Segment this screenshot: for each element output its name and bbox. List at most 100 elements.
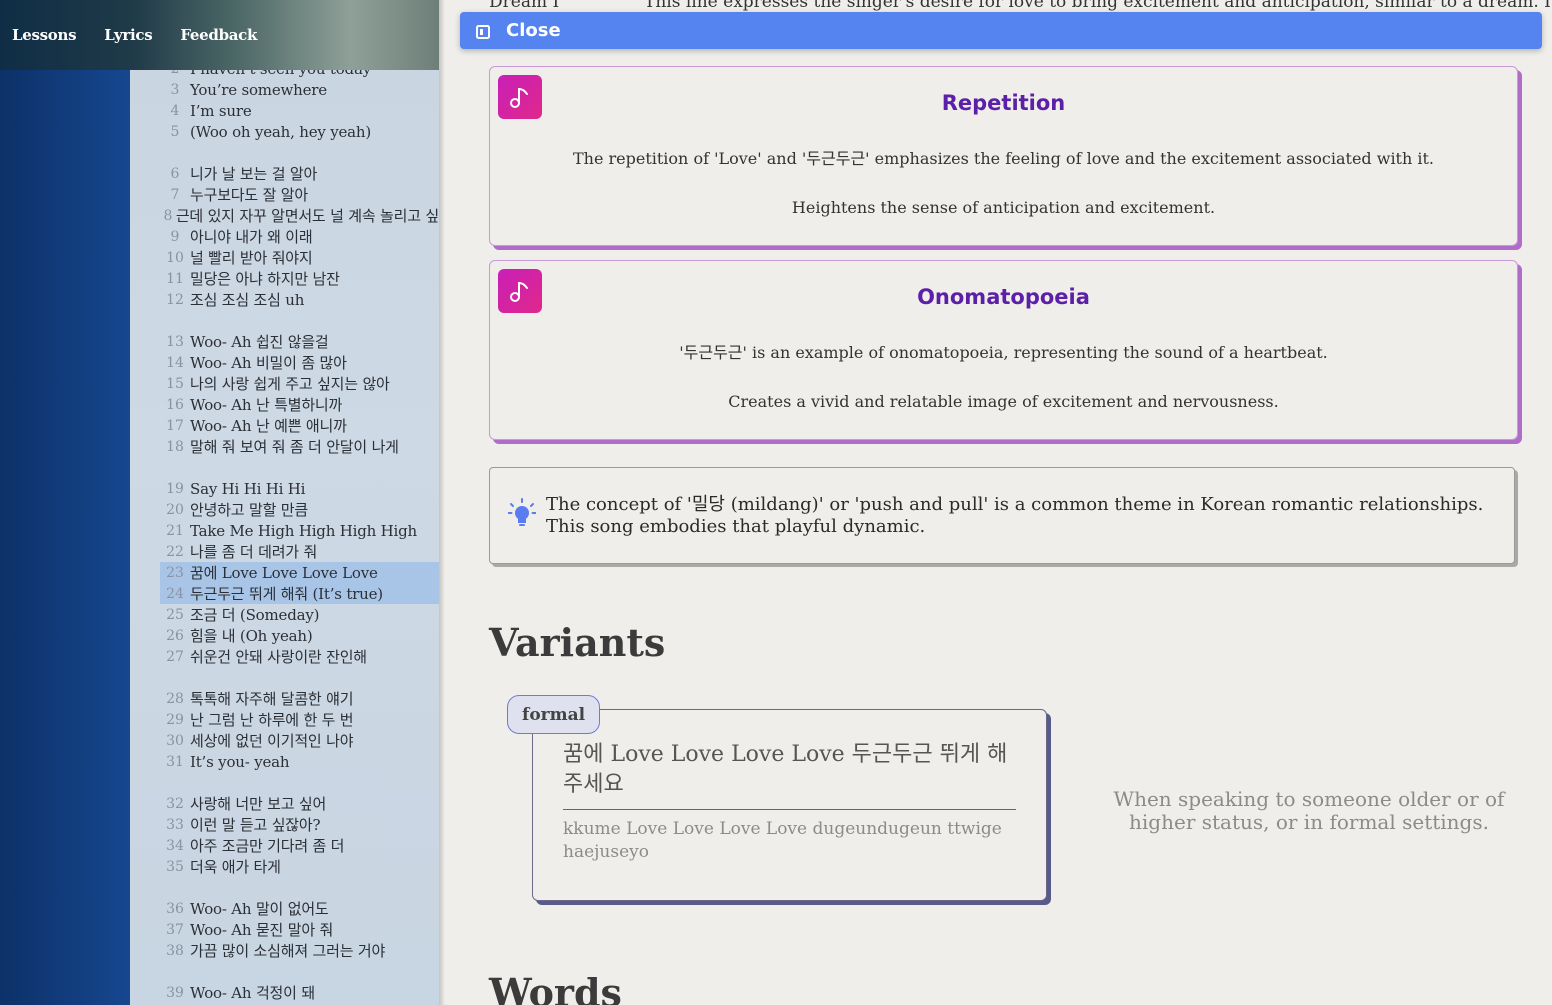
culture-note: The concept of '밀당 (mildang)' or 'push a… xyxy=(489,467,1515,564)
lyric-line[interactable]: 16 Woo- Ah 난 특별하니까 xyxy=(130,394,439,415)
lyric-stanza: 32 사랑해 너만 보고 싶어 33 이런 말 듣고 싶잖아? 34 아주 조금만 기다려… xyxy=(130,793,439,877)
line-number: 22 xyxy=(166,543,184,560)
lyric-text: 사랑해 너만 보고 싶어 xyxy=(190,795,327,813)
music-note-icon xyxy=(498,269,542,313)
lyric-text: 쉬운건 안돼 사랑이란 잔인해 xyxy=(190,648,367,666)
cut-explanation-text: This line expresses the singer's desire … xyxy=(644,0,1552,12)
lyric-line[interactable]: 29 난 그럼 난 하루에 한 두 번 xyxy=(130,709,439,730)
lyric-stanza: 2I haven’t seen you today 3 You’re somewhe… xyxy=(130,70,439,142)
variant-divider xyxy=(563,809,1016,810)
lyric-line[interactable]: 3 You’re somewhere xyxy=(130,79,439,100)
explanation-panel[interactable]: Dream I This line expresses the singer's… xyxy=(439,0,1552,1005)
lyric-line[interactable]: 33 이런 말 듣고 싶잖아? xyxy=(130,814,439,835)
lyric-line[interactable]: 18 말해 줘 보여 줘 좀 더 안달이 나게 xyxy=(130,436,439,457)
lyric-line[interactable]: 39 Woo- Ah 걱정이 돼 xyxy=(130,982,439,1003)
lyric-text: Woo- Ah 묻진 말아 줘 xyxy=(190,921,334,939)
lyric-line[interactable]: 22 나를 좀 더 데려가 줘 xyxy=(130,541,439,562)
lyric-text: You’re somewhere xyxy=(190,80,327,99)
lyric-text: Woo- Ah 난 특별하니까 xyxy=(190,396,343,414)
lyric-text: 말해 줘 보여 줘 좀 더 안달이 나게 xyxy=(190,438,399,456)
lyric-line[interactable]: 35 더욱 애가 타게 xyxy=(130,856,439,877)
lyric-stanza: 39Woo- Ah 걱정이 돼40Woo- Ah 지치면 안돼 xyxy=(130,982,439,1005)
lyric-line[interactable]: 20 안녕하고 말할 만큼 xyxy=(130,499,439,520)
lyrics-list: 2I haven’t seen you today 3 You’re somewhe… xyxy=(130,70,439,1005)
lyric-line[interactable]: 30 세상에 없던 이기적인 나야 xyxy=(130,730,439,751)
line-number: 23 xyxy=(166,564,184,581)
lyric-line[interactable]: 9 아니야 내가 왜 이래 xyxy=(130,226,439,247)
lyric-line[interactable]: 7 누구보다도 잘 알아 xyxy=(130,184,439,205)
line-number: 6 xyxy=(170,165,180,182)
lyric-stanza: 13 Woo- Ah 쉽진 않을걸 14 Woo- Ah 비밀이 좀 많아 15 나의 사… xyxy=(130,331,439,457)
lyric-line[interactable]: 27 쉬운건 안돼 사랑이란 잔인해 xyxy=(130,646,439,667)
line-number: 19 xyxy=(166,480,184,497)
lyric-line[interactable]: 26 힘을 내 (Oh yeah) xyxy=(130,625,439,646)
panel-close-icon xyxy=(476,24,492,39)
device-description: '두근두근' is an example of onomatopoeia, re… xyxy=(679,343,1328,362)
line-number: 28 xyxy=(166,690,184,707)
lyric-line[interactable]: 6 니가 날 보는 걸 알아 xyxy=(130,163,439,184)
line-number: 36 xyxy=(166,900,184,917)
top-nav: Lessons Lyrics Feedback xyxy=(0,0,439,70)
lyric-text: 아주 조금만 기다려 좀 더 xyxy=(190,837,345,855)
line-number: 16 xyxy=(166,396,184,413)
line-number: 8 xyxy=(163,207,173,224)
lyric-line[interactable]: 28 톡톡해 자주해 달콤한 얘기 xyxy=(130,688,439,709)
lyric-line[interactable]: 37 Woo- Ah 묻진 말아 줘 xyxy=(130,919,439,940)
lyric-line[interactable]: 11 밀당은 아냐 하지만 남잔 xyxy=(130,268,439,289)
lyric-line[interactable]: 25 조금 더 (Someday) xyxy=(130,604,439,625)
line-number: 33 xyxy=(166,816,184,833)
lyric-line[interactable]: 12 조심 조심 조심 uh xyxy=(130,289,439,310)
variant-usage: When speaking to someone older or of hig… xyxy=(1113,787,1505,834)
lyric-text: 근데 있지 자꾸 알면서도 널 계속 놀리고 싶 xyxy=(175,207,439,225)
lyric-line[interactable]: 17 Woo- Ah 난 예쁜 애니까 xyxy=(130,415,439,436)
line-number: 9 xyxy=(170,228,180,245)
lyric-line[interactable]: 13 Woo- Ah 쉽진 않을걸 xyxy=(130,331,439,352)
lyric-line[interactable]: 5 (Woo oh yeah, hey yeah) xyxy=(130,121,439,142)
lyric-stanza: 28 톡톡해 자주해 달콤한 얘기 29 난 그럼 난 하루에 한 두 번 30 세상에 … xyxy=(130,688,439,772)
lyric-text: 밀당은 아냐 하지만 남잔 xyxy=(190,270,340,288)
nav-lyrics[interactable]: Lyrics xyxy=(104,26,152,44)
line-number: 35 xyxy=(166,858,184,875)
lyric-text: Take Me High High High High xyxy=(190,521,417,540)
line-number: 2 xyxy=(160,70,190,77)
culture-note-text: The concept of '밀당 (mildang)' or 'push a… xyxy=(546,493,1484,537)
lyric-text: Woo- Ah 난 예쁜 애니까 xyxy=(190,417,347,435)
lyric-line[interactable]: 21 Take Me High High High High xyxy=(130,520,439,541)
line-number: 27 xyxy=(166,648,184,665)
line-number: 4 xyxy=(170,102,180,119)
lyric-line[interactable]: 36 Woo- Ah 말이 없어도 xyxy=(130,898,439,919)
lyric-line[interactable]: 38 가끔 많이 소심해져 그러는 거야 xyxy=(130,940,439,961)
lyric-line-selected[interactable]: 24 두근두근 뛰게 해줘 (It’s true) xyxy=(160,583,439,604)
lyric-text: It’s you- yeah xyxy=(190,752,290,771)
lyric-line[interactable]: 31 It’s you- yeah xyxy=(130,751,439,772)
lyric-text: 가끔 많이 소심해져 그러는 거야 xyxy=(190,942,386,960)
nav-lessons[interactable]: Lessons xyxy=(12,26,77,44)
variants-heading: Variants xyxy=(489,620,666,665)
close-button[interactable]: Close xyxy=(460,12,1542,49)
lyric-line[interactable]: 10 널 빨리 받아 줘야지 xyxy=(130,247,439,268)
lyric-line[interactable]: 2I haven’t seen you today xyxy=(130,70,439,79)
line-number: 24 xyxy=(166,585,184,602)
lyric-stanza: 6 니가 날 보는 걸 알아 7 누구보다도 잘 알아 8 근데 있지 자꾸 알면서도 널… xyxy=(130,163,439,310)
line-number: 15 xyxy=(166,375,184,392)
lyrics-panel[interactable]: 2I haven’t seen you today 3 You’re somewhe… xyxy=(130,70,439,1005)
lyric-line-selected[interactable]: 23 꿈에 Love Love Love Love xyxy=(160,562,439,583)
nav-feedback[interactable]: Feedback xyxy=(180,26,257,44)
line-number: 37 xyxy=(166,921,184,938)
lyric-line[interactable]: 4 I’m sure xyxy=(130,100,439,121)
line-number: 34 xyxy=(166,837,184,854)
lyric-line[interactable]: 15 나의 사랑 쉽게 주고 싶지는 않아 xyxy=(130,373,439,394)
lyric-line[interactable]: 8 근데 있지 자꾸 알면서도 널 계속 놀리고 싶 xyxy=(130,205,439,226)
lyric-text: 세상에 없던 이기적인 나야 xyxy=(190,732,354,750)
device-card-onomatopoeia: Onomatopoeia '두근두근' is an example of ono… xyxy=(489,260,1518,440)
lyric-text: Woo- Ah 말이 없어도 xyxy=(190,900,329,918)
lyric-line[interactable]: 14 Woo- Ah 비밀이 좀 많아 xyxy=(130,352,439,373)
lyric-text: 톡톡해 자주해 달콤한 얘기 xyxy=(190,690,354,708)
lyric-line[interactable]: 34 아주 조금만 기다려 좀 더 xyxy=(130,835,439,856)
lyric-line[interactable]: 32 사랑해 너만 보고 싶어 xyxy=(130,793,439,814)
panel-shadow xyxy=(439,0,445,1005)
lyric-text: 널 빨리 받아 줘야지 xyxy=(190,249,313,267)
variant-card: 꿈에 Love Love Love Love 두근두근 뛰게 해주세요 kkum… xyxy=(532,709,1047,901)
lyric-line[interactable]: 19 Say Hi Hi Hi Hi xyxy=(130,478,439,499)
line-number: 10 xyxy=(166,249,184,266)
